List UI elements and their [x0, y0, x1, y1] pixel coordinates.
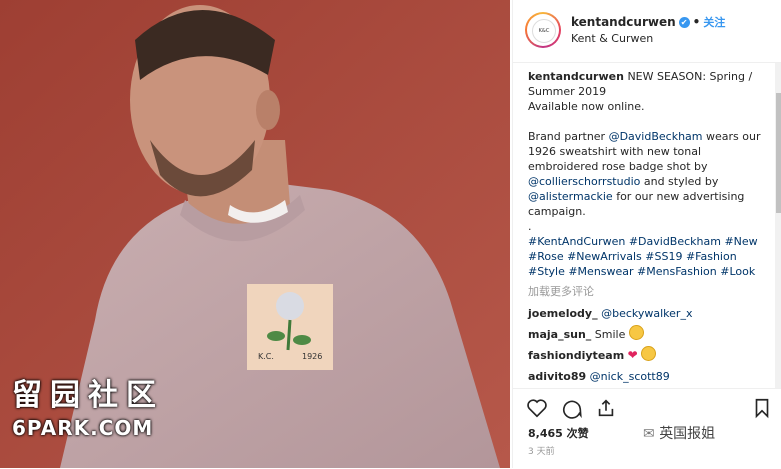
grin-emoji-icon [628, 325, 644, 340]
verified-badge-icon: ✔ [678, 17, 690, 28]
caption-dot: . [528, 220, 532, 233]
caption-text: Brand partner [528, 130, 609, 143]
post-timestamp: 3 天前 [528, 447, 555, 457]
comment-item: adivito89 @nick_scott89 [513, 366, 775, 387]
post-actions: 8,465 次赞 3 天前 ✉ 英国报姐 [513, 388, 781, 469]
load-more-comments-button[interactable]: 加载更多评论 [513, 279, 775, 303]
header-username-row: kentandcurwen ✔ • 关注 [571, 14, 725, 30]
comment-bubble-icon[interactable] [561, 397, 583, 419]
separator-dot: • [692, 15, 701, 29]
watermark: 留园社区 6PARK.COM [12, 370, 164, 440]
mention-collierschorrstudio[interactable]: @collierschorrstudio [528, 175, 640, 188]
comment-text: Smile [594, 328, 626, 341]
caption-paragraph: Brand partner @DavidBeckham wears our 19… [528, 129, 761, 219]
likes-count[interactable]: 8,465 次赞 [528, 425, 589, 441]
comments-scroll-area[interactable]: kentandcurwen NEW SEASON: Spring / Summe… [513, 63, 775, 388]
wechat-icon: ✉ [643, 426, 655, 442]
caption-line2: Available now online. [528, 100, 645, 113]
wechat-watermark: ✉ 英国报姐 [643, 423, 715, 443]
comment-username[interactable]: joemelody_ [528, 307, 598, 320]
brand-logo-icon: K&C [532, 19, 556, 43]
comment-item: maja_sun_ Smile [513, 324, 775, 345]
heart-like-icon[interactable] [526, 397, 548, 419]
share-icon[interactable] [595, 397, 617, 419]
comment-username[interactable]: adivito89 [528, 370, 586, 383]
comment-mention[interactable]: @nick_scott89 [590, 370, 670, 383]
caption-text: and styled by [640, 175, 719, 188]
comment-item: joemelody_ @beckywalker_x [513, 303, 775, 324]
post-photo[interactable]: K.C. 1926 留园社区 6PARK.COM [0, 0, 510, 468]
watermark-chinese: 留园社区 [12, 378, 164, 413]
header-username[interactable]: kentandcurwen [571, 15, 676, 29]
mention-alistermackie[interactable]: @alistermackie [528, 190, 613, 203]
post-header: K&C kentandcurwen ✔ • 关注 Kent & Curwen [513, 0, 781, 63]
avatar[interactable]: K&C [525, 12, 561, 48]
patch-year: 1926 [302, 352, 323, 361]
scrollbar[interactable] [775, 63, 781, 388]
watermark-english: 6PARK.COM [12, 416, 154, 440]
comment-mention[interactable]: @beckywalker_x [601, 307, 692, 320]
post-side-panel: K&C kentandcurwen ✔ • 关注 Kent & Curwen kent… [512, 0, 781, 468]
caption-username[interactable]: kentandcurwen [528, 70, 624, 83]
bookmark-icon[interactable] [751, 397, 773, 419]
comment-username[interactable]: fashiondiyteam [528, 349, 624, 362]
sunglasses-emoji-icon [641, 346, 657, 361]
header-subtitle[interactable]: Kent & Curwen [571, 32, 653, 45]
heart-icon: ❤ [627, 348, 638, 362]
wechat-label: 英国报姐 [659, 426, 716, 442]
follow-button[interactable]: 关注 [703, 16, 725, 29]
mention-davidbeckham[interactable]: @DavidBeckham [609, 130, 703, 143]
comment-item: fashiondiyteam ❤ [513, 345, 775, 366]
comment-username[interactable]: maja_sun_ [528, 328, 591, 341]
patch-initials: K.C. [258, 352, 274, 361]
caption: kentandcurwen NEW SEASON: Spring / Summe… [513, 63, 775, 279]
caption-hashtags[interactable]: #KentAndCurwen #DavidBeckham #New #Rose … [528, 234, 761, 279]
scrollbar-thumb[interactable] [776, 93, 781, 213]
